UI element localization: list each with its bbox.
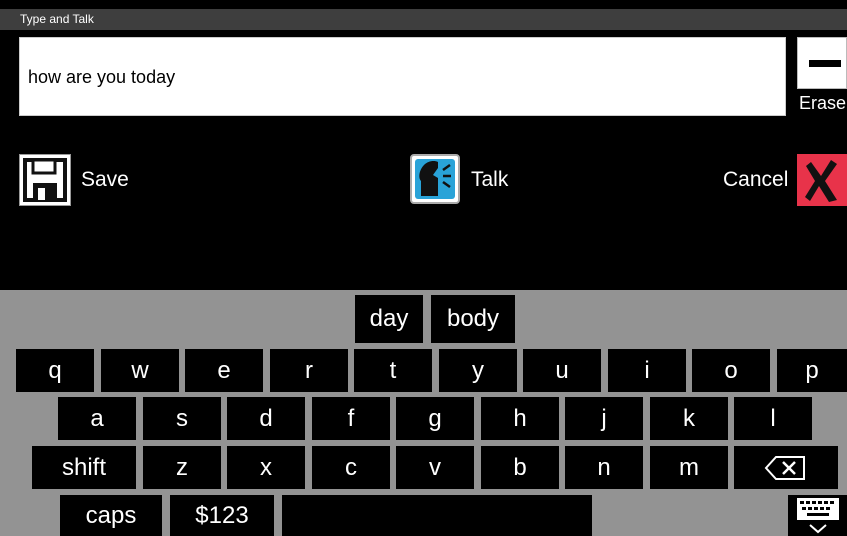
backspace-key[interactable] bbox=[734, 446, 838, 489]
backspace-icon bbox=[764, 454, 808, 482]
key-l[interactable]: l bbox=[734, 397, 812, 440]
key-r[interactable]: r bbox=[270, 349, 348, 392]
key-h[interactable]: h bbox=[481, 397, 559, 440]
key-s[interactable]: s bbox=[143, 397, 221, 440]
key-y[interactable]: y bbox=[439, 349, 517, 392]
message-text-field[interactable]: how are you today bbox=[19, 37, 786, 116]
erase-label: Erase bbox=[799, 93, 847, 113]
talk-label: Talk bbox=[471, 168, 509, 191]
key-n[interactable]: n bbox=[565, 446, 643, 489]
title-bar: Type and Talk bbox=[0, 0, 847, 31]
key-e[interactable]: e bbox=[185, 349, 263, 392]
key-x[interactable]: x bbox=[227, 446, 305, 489]
key-u[interactable]: u bbox=[523, 349, 601, 392]
key-v[interactable]: v bbox=[396, 446, 474, 489]
key-j[interactable]: j bbox=[565, 397, 643, 440]
key-b[interactable]: b bbox=[481, 446, 559, 489]
minus-icon bbox=[797, 37, 847, 89]
key-p[interactable]: p bbox=[777, 349, 847, 392]
key-g[interactable]: g bbox=[396, 397, 474, 440]
hide-keyboard-key[interactable] bbox=[788, 495, 847, 536]
key-o[interactable]: o bbox=[692, 349, 770, 392]
keyboard-hide-icon bbox=[793, 496, 843, 536]
caps-key[interactable]: caps bbox=[60, 495, 162, 536]
key-f[interactable]: f bbox=[312, 397, 390, 440]
key-k[interactable]: k bbox=[650, 397, 728, 440]
suggestion-button[interactable]: body bbox=[431, 295, 515, 343]
key-i[interactable]: i bbox=[608, 349, 686, 392]
space-key[interactable] bbox=[282, 495, 592, 536]
key-w[interactable]: w bbox=[101, 349, 179, 392]
floppy-disk-icon bbox=[19, 154, 71, 206]
key-t[interactable]: t bbox=[354, 349, 432, 392]
key-d[interactable]: d bbox=[227, 397, 305, 440]
erase-button[interactable]: Erase bbox=[797, 37, 847, 115]
key-a[interactable]: a bbox=[58, 397, 136, 440]
window-title: Type and Talk bbox=[0, 9, 847, 30]
red-x-icon bbox=[797, 154, 847, 206]
suggestion-button[interactable]: day bbox=[355, 295, 423, 343]
key-q[interactable]: q bbox=[16, 349, 94, 392]
cancel-label: Cancel bbox=[723, 168, 789, 191]
save-label: Save bbox=[81, 168, 129, 191]
shift-key[interactable]: shift bbox=[32, 446, 136, 489]
key-z[interactable]: z bbox=[143, 446, 221, 489]
symbols-key[interactable]: $123 bbox=[170, 495, 274, 536]
key-c[interactable]: c bbox=[312, 446, 390, 489]
key-m[interactable]: m bbox=[650, 446, 728, 489]
speaking-head-icon bbox=[410, 154, 460, 204]
